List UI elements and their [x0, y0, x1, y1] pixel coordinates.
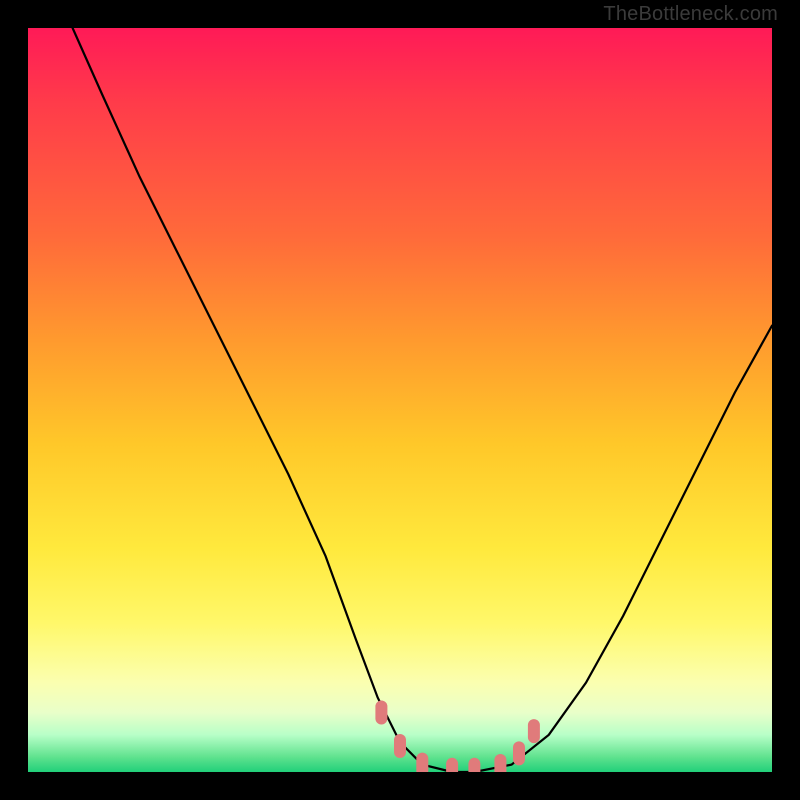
- watermark-text: TheBottleneck.com: [603, 3, 778, 26]
- curve-marker: [513, 741, 525, 765]
- curve-marker: [394, 734, 406, 758]
- curve-marker: [494, 754, 506, 772]
- curve-layer: [73, 28, 772, 772]
- bottleneck-curve-path: [73, 28, 772, 772]
- curve-marker: [375, 701, 387, 725]
- marker-layer: [375, 701, 540, 773]
- curve-marker: [468, 758, 480, 772]
- plot-area: [28, 28, 772, 772]
- curve-marker: [416, 753, 428, 772]
- chart-svg: [28, 28, 772, 772]
- curve-marker: [528, 719, 540, 743]
- chart-frame: TheBottleneck.com: [0, 0, 800, 800]
- curve-marker: [446, 758, 458, 772]
